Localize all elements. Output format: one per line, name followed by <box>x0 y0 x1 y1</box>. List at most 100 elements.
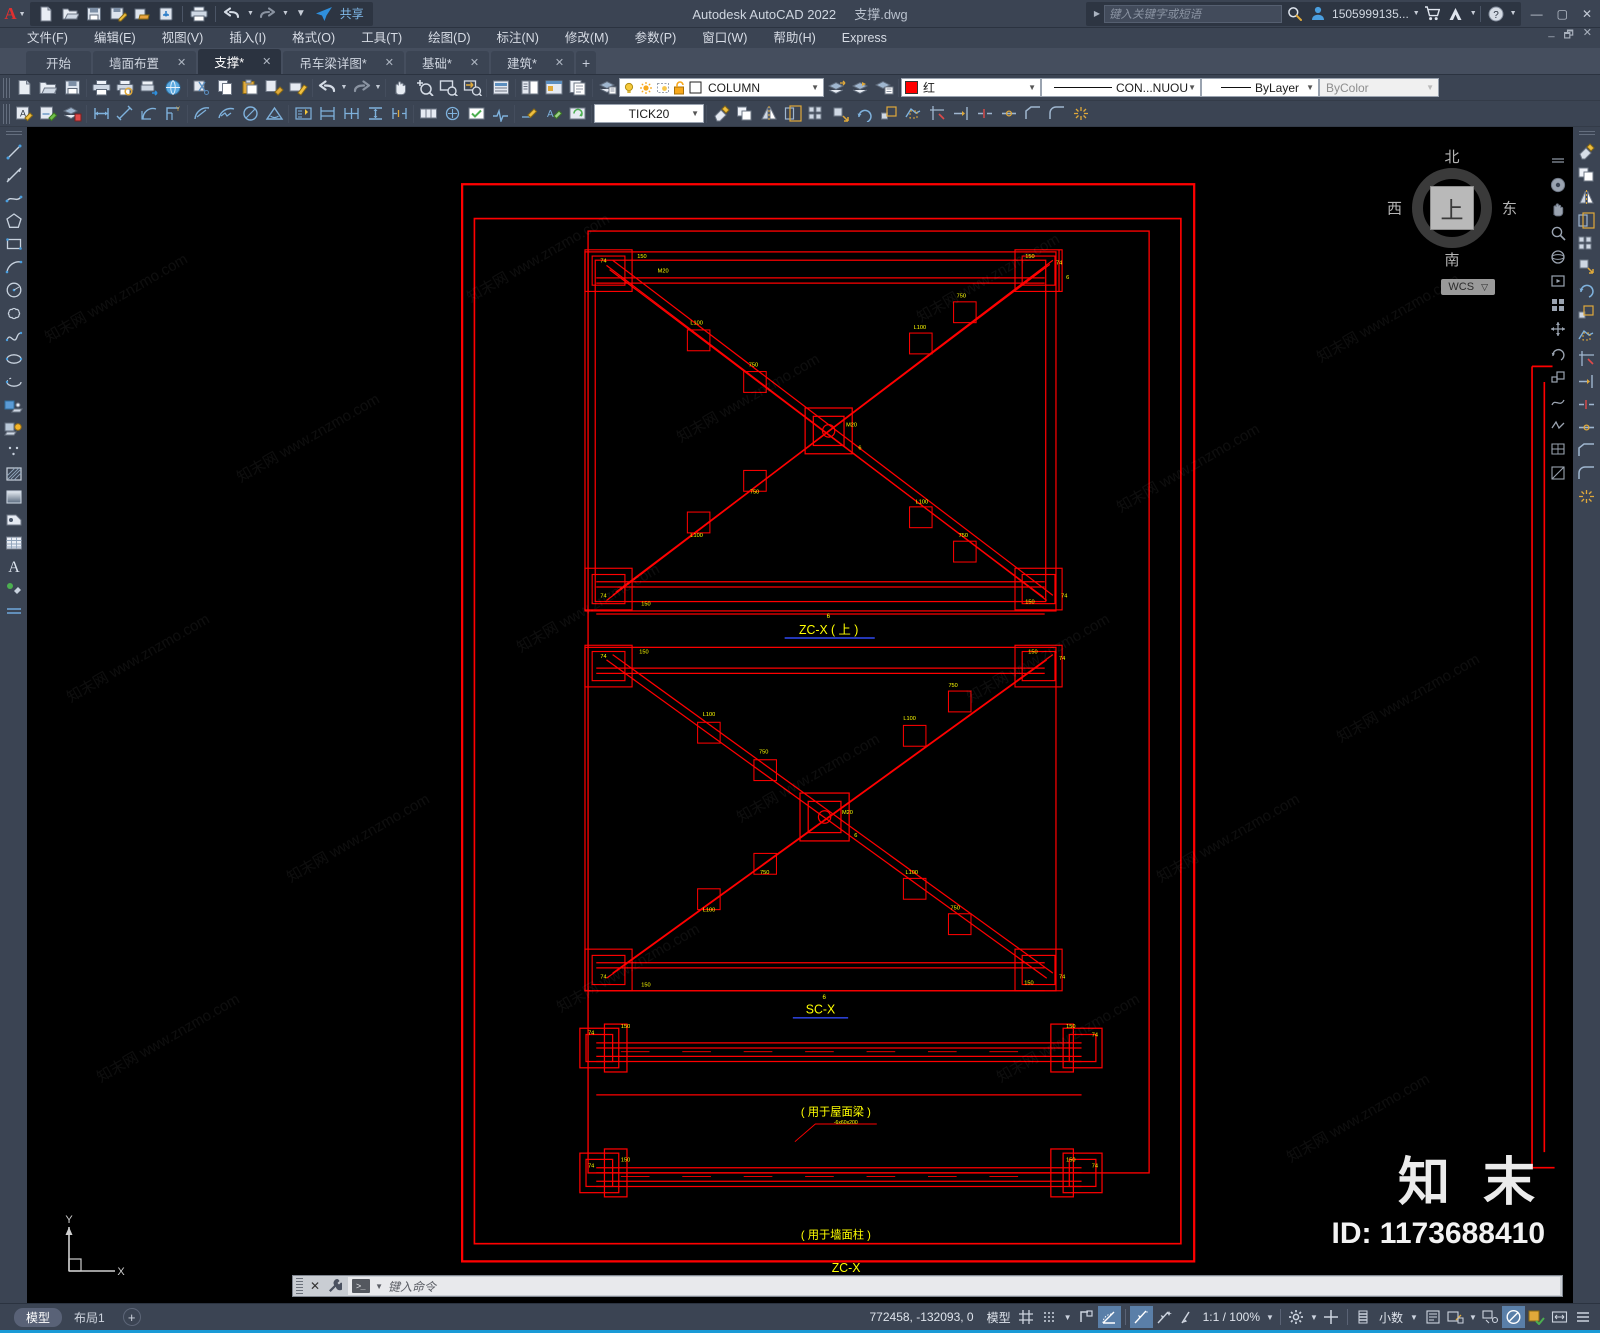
modify-extend-icon[interactable] <box>949 102 973 126</box>
inspection-icon[interactable] <box>464 102 488 126</box>
autodesk-a-icon[interactable] <box>1444 3 1468 25</box>
maximize-button[interactable]: ▢ <box>1557 7 1568 21</box>
circle-icon[interactable] <box>2 278 25 301</box>
dim-jogged-icon[interactable] <box>214 102 238 126</box>
viewcube-north-label[interactable]: 北 <box>1444 146 1459 167</box>
steering-wheel-icon[interactable] <box>1547 173 1570 196</box>
chevron-down-icon[interactable]: ▼ <box>375 1282 383 1291</box>
copy-object-icon[interactable] <box>1575 163 1598 186</box>
layout1-tab[interactable]: 布局1 <box>62 1308 117 1327</box>
explode-icon[interactable] <box>1575 485 1598 508</box>
tab-architecture[interactable]: 建筑* ✕ <box>491 51 575 74</box>
dimstyle-dropdown-icon[interactable]: ▼ <box>691 109 699 118</box>
extend-icon[interactable] <box>1575 370 1598 393</box>
modify-erase-icon[interactable] <box>709 102 733 126</box>
layer-properties-icon[interactable] <box>595 76 619 100</box>
tab-close-icon[interactable]: ✕ <box>177 56 186 69</box>
help-icon[interactable]: ? <box>1484 3 1508 25</box>
menu-dimension[interactable]: 标注(N) <box>484 28 552 48</box>
user-dropdown-icon[interactable]: ▼ <box>1413 10 1420 17</box>
dim-continue-icon[interactable] <box>339 102 363 126</box>
rectangle-icon[interactable] <box>2 232 25 255</box>
polar-tracking-icon[interactable] <box>1097 1306 1121 1328</box>
dimstyle-control[interactable]: TICK20 ▼ <box>594 104 704 123</box>
zoom-extents-icon[interactable] <box>1547 221 1570 244</box>
workspace-switching-icon[interactable] <box>1479 1306 1502 1328</box>
polyline-icon[interactable] <box>2 186 25 209</box>
open-icon[interactable] <box>59 4 81 24</box>
modify-array-icon[interactable] <box>805 102 829 126</box>
cut-icon[interactable] <box>190 76 214 100</box>
paste-icon[interactable] <box>238 76 262 100</box>
modify-move-icon[interactable] <box>829 102 853 126</box>
close-icon[interactable]: ✕ <box>306 1279 324 1293</box>
erase-icon[interactable] <box>286 76 310 100</box>
line-icon[interactable] <box>2 140 25 163</box>
search-icon[interactable] <box>1282 3 1306 25</box>
multileader-style-icon[interactable] <box>60 102 84 126</box>
layer-dropdown-icon[interactable]: ▼ <box>811 83 819 92</box>
command-line-grip[interactable] <box>296 1278 303 1294</box>
mirror-icon[interactable] <box>1575 186 1598 209</box>
annotation-visibility-icon[interactable] <box>1421 1306 1444 1328</box>
hardware-acceleration-icon[interactable] <box>1502 1306 1525 1328</box>
dim-text-edit-icon[interactable]: A <box>541 102 565 126</box>
snap-icon[interactable] <box>1038 1306 1061 1328</box>
menu-window[interactable]: 窗口(W) <box>689 28 760 48</box>
model-space-indicator[interactable]: 模型 <box>983 1309 1015 1326</box>
text-style-icon[interactable]: A <box>12 102 36 126</box>
command-line[interactable]: ✕ >_ ▼ 键入命令 <box>292 1275 1563 1297</box>
section-icon[interactable] <box>1547 461 1570 484</box>
customize-qat-icon[interactable]: ▼ <box>296 8 306 19</box>
infocenter-expand-icon[interactable]: ▶ <box>1090 9 1104 18</box>
dim-break-icon[interactable] <box>387 102 411 126</box>
layer-thaw-icon[interactable] <box>639 81 653 95</box>
lineweight-dropdown-icon[interactable]: ▼ <box>1306 83 1314 92</box>
table-icon[interactable] <box>2 531 25 554</box>
break-icon[interactable] <box>1575 393 1598 416</box>
point-icon[interactable] <box>2 439 25 462</box>
viewcube-east-label[interactable]: 东 <box>1502 198 1517 219</box>
export-icon[interactable] <box>131 4 153 24</box>
modify-trim-icon[interactable] <box>925 102 949 126</box>
undo-dropdown-icon[interactable]: ▼ <box>247 10 254 17</box>
designcenter-icon[interactable] <box>518 76 542 100</box>
selection-cycling-icon[interactable] <box>1320 1306 1343 1328</box>
tab-bracing[interactable]: 支撑* ✕ <box>198 49 282 74</box>
dynamic-ucs-icon[interactable] <box>1176 1306 1199 1328</box>
dim-angular-icon[interactable] <box>262 102 286 126</box>
polygon-icon[interactable] <box>2 209 25 232</box>
layer-previous-icon[interactable] <box>824 76 848 100</box>
undo-dropdown-icon[interactable]: ▼ <box>339 84 349 91</box>
add-layout-button[interactable]: + <box>122 1308 141 1326</box>
ortho-icon[interactable] <box>1075 1306 1098 1328</box>
orbit-icon[interactable] <box>1547 245 1570 268</box>
tab-foundation[interactable]: 基础* ✕ <box>405 51 490 74</box>
linetype-dropdown-icon[interactable]: ▼ <box>1188 83 1196 92</box>
share-label[interactable]: 共享 <box>340 5 364 22</box>
new-icon[interactable] <box>35 4 57 24</box>
move-icon[interactable] <box>1575 255 1598 278</box>
open-icon[interactable] <box>36 76 60 100</box>
menu-draw[interactable]: 绘图(D) <box>415 28 483 48</box>
viewcube-west-label[interactable]: 西 <box>1387 198 1402 219</box>
isolate-objects-icon[interactable] <box>1525 1306 1548 1328</box>
chamfer-icon[interactable] <box>1575 439 1598 462</box>
gradient-icon[interactable] <box>2 485 25 508</box>
object-snap-tracking-icon[interactable] <box>1153 1306 1176 1328</box>
drawing-canvas[interactable]: 74 150 M20 150 74 6 74 150 150 74 L100 750 L100… <box>27 127 1573 1303</box>
menu-help[interactable]: 帮助(H) <box>760 28 828 48</box>
modify-offset-icon[interactable] <box>781 102 805 126</box>
redo-dropdown-icon[interactable]: ▼ <box>282 10 289 17</box>
showmotion-icon[interactable] <box>1547 269 1570 292</box>
zoom-window-icon[interactable] <box>436 76 460 100</box>
construction-line-icon[interactable] <box>2 163 25 186</box>
dim-update-icon[interactable] <box>565 102 589 126</box>
center-mark-icon[interactable] <box>440 102 464 126</box>
nav-grip-icon[interactable] <box>1547 149 1570 172</box>
rotate-icon[interactable] <box>1575 278 1598 301</box>
modify-chamfer-icon[interactable] <box>1021 102 1045 126</box>
minimize-button[interactable]: — <box>1531 7 1543 21</box>
toolbar-grip[interactable] <box>3 103 10 124</box>
annotation-scale-label[interactable]: 1:1 / 100% <box>1199 1310 1264 1324</box>
